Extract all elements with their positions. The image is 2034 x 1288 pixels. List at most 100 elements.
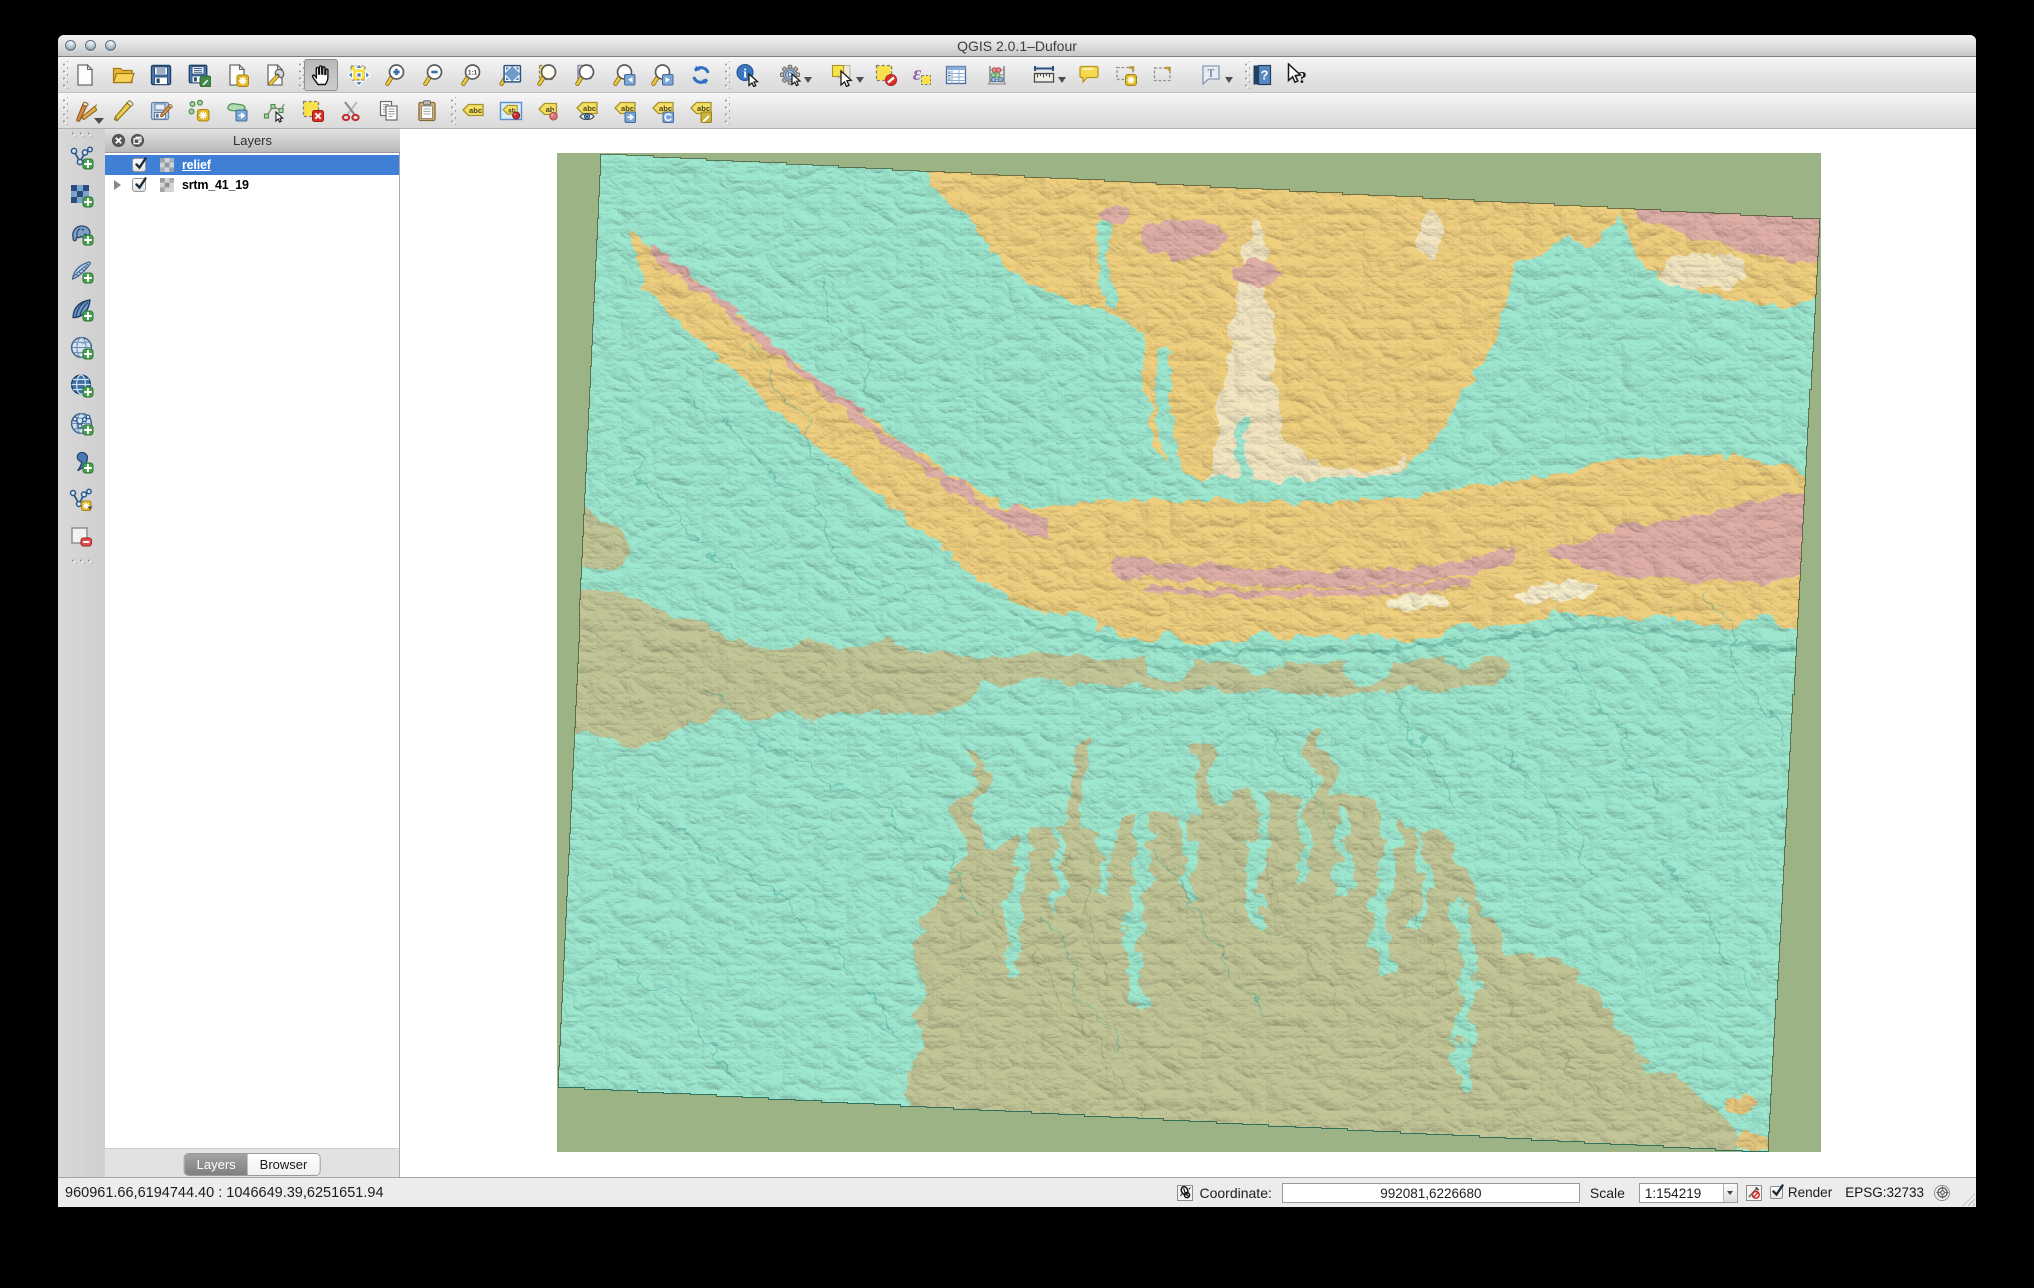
map-tips-button[interactable] (1072, 59, 1106, 91)
copy-features-button[interactable] (372, 95, 406, 127)
render-checkbox[interactable] (1770, 1186, 1783, 1199)
stop-render-button[interactable] (1746, 1185, 1762, 1201)
paste-features-button[interactable] (410, 95, 444, 127)
layer-checkbox[interactable] (132, 158, 146, 172)
select-by-expression-button[interactable]: ε (904, 59, 938, 91)
field-calculator-button[interactable] (980, 59, 1014, 91)
new-project-button[interactable] (68, 59, 102, 91)
menu-arrow-icon[interactable] (1225, 77, 1233, 83)
delete-selected-button[interactable] (296, 95, 330, 127)
tab-browser[interactable]: Browser (248, 1154, 320, 1175)
zoom-in-button[interactable] (380, 59, 414, 91)
select-features-button[interactable] (825, 59, 869, 91)
save-layer-edits-button[interactable] (144, 95, 178, 127)
save-project-button[interactable] (144, 59, 178, 91)
layer-labeling-button[interactable] (456, 95, 490, 127)
expander-icon[interactable] (114, 180, 121, 190)
tab-layers[interactable]: Layers (185, 1154, 248, 1175)
toggle-editing-button[interactable] (106, 95, 140, 127)
save-project-as-button[interactable] (182, 59, 216, 91)
zoom-to-selection-button[interactable] (532, 59, 566, 91)
add-spatialite-layer-button[interactable] (65, 252, 99, 290)
layer-name[interactable]: srtm_41_19 (182, 178, 249, 192)
deselect-features-button[interactable] (869, 59, 903, 91)
panel-title: Layers (105, 129, 400, 153)
open-attribute-table-button[interactable] (939, 59, 973, 91)
zoom-out-button[interactable] (418, 59, 452, 91)
zoom-next-button[interactable] (646, 59, 680, 91)
help-contents-button[interactable]: ? (1245, 59, 1279, 91)
coordinate-input[interactable]: 992081,6226680 (1282, 1183, 1580, 1203)
remove-layer-button[interactable] (65, 518, 99, 556)
node-tool-button[interactable] (258, 95, 292, 127)
run-feature-action-button[interactable] (773, 59, 817, 91)
toolbar-drag-handle[interactable] (296, 61, 304, 89)
toggle-extents-display-button[interactable] (1177, 1185, 1193, 1201)
identify-features-button[interactable]: i (730, 59, 764, 91)
crs-status-button[interactable] (1934, 1185, 1950, 1201)
scale-combo[interactable]: 1:154219 (1639, 1183, 1738, 1203)
title-bar[interactable]: QGIS 2.0.1–Dufour (58, 35, 1976, 57)
zoom-native-button[interactable]: 1:1 (456, 59, 490, 91)
toolbar-drag-handle[interactable] (722, 61, 730, 89)
composer-manager-button[interactable] (258, 59, 292, 91)
add-feature-button[interactable] (182, 95, 216, 127)
zoom-last-button[interactable] (608, 59, 642, 91)
layer-checkbox[interactable] (132, 178, 146, 192)
zoom-full-icon (499, 63, 523, 87)
add-vector-layer-button[interactable] (65, 138, 99, 176)
copy-features-icon (377, 99, 401, 123)
add-raster-layer-button[interactable] (65, 176, 99, 214)
zoom-full-button[interactable] (494, 59, 528, 91)
menu-arrow-icon[interactable] (856, 77, 864, 83)
add-wfs-layer-button[interactable] (65, 404, 99, 442)
measure-button[interactable] (1027, 59, 1071, 91)
menu-arrow-icon[interactable] (804, 77, 812, 83)
menu-arrow-icon[interactable] (94, 118, 104, 124)
map-canvas[interactable] (400, 129, 1976, 1177)
show-hide-labels-button[interactable] (570, 95, 604, 127)
toolbar-drag-handle[interactable] (722, 97, 730, 125)
add-wcs-layer-button[interactable] (65, 366, 99, 404)
move-feature-button[interactable] (220, 95, 254, 127)
layer-row-srtm[interactable]: srtm_41_19 (105, 175, 399, 195)
add-delimited-text-layer-button[interactable] (65, 442, 99, 480)
open-project-button[interactable] (106, 59, 140, 91)
toolbar-drag-handle[interactable] (69, 130, 95, 137)
highlight-pinned-labels-button[interactable] (532, 95, 566, 127)
add-postgis-layer-button[interactable] (65, 214, 99, 252)
layer-labeling-options-button[interactable]: ab (494, 95, 528, 127)
new-bookmark-button[interactable] (1109, 59, 1143, 91)
cut-features-button[interactable] (334, 95, 368, 127)
pan-map-button[interactable] (304, 59, 338, 91)
move-label-button[interactable] (608, 95, 642, 127)
show-bookmarks-button[interactable] (1146, 59, 1180, 91)
panel-float-button[interactable] (131, 134, 144, 147)
whats-this-button[interactable]: ? (1280, 59, 1314, 91)
zoom-to-layer-button[interactable] (570, 59, 604, 91)
current-edits-button[interactable] (68, 95, 102, 127)
menu-arrow-icon[interactable] (1058, 77, 1066, 83)
toolbar-drag-handle[interactable] (448, 97, 456, 125)
layer-name[interactable]: relief (182, 158, 211, 172)
add-wms-layer-button[interactable] (65, 328, 99, 366)
refresh-button[interactable] (684, 59, 718, 91)
toolbar-drag-handle[interactable] (69, 557, 95, 564)
toolbar-drag-handle[interactable] (60, 97, 68, 125)
scale-dropdown-arrow[interactable] (1723, 1184, 1737, 1202)
new-shapefile-layer-button[interactable] (65, 480, 99, 518)
pan-to-selection-button[interactable] (342, 59, 376, 91)
change-label-button[interactable] (684, 95, 718, 127)
add-wms-layer-icon (69, 335, 94, 360)
panel-close-button[interactable] (112, 134, 125, 147)
add-mssql-layer-button[interactable] (65, 290, 99, 328)
toolbar-drag-handle[interactable] (60, 61, 68, 89)
new-composer-button[interactable] (220, 59, 254, 91)
layer-tree: relief srtm_41_19 (105, 153, 400, 1148)
rotate-label-button[interactable] (646, 95, 680, 127)
deselect-features-icon (874, 63, 898, 87)
toggle-editing-icon (111, 99, 135, 123)
layer-row-relief[interactable]: relief (105, 155, 399, 175)
text-annotation-button[interactable]: T (1194, 59, 1238, 91)
resize-grip[interactable] (1962, 1193, 1975, 1206)
